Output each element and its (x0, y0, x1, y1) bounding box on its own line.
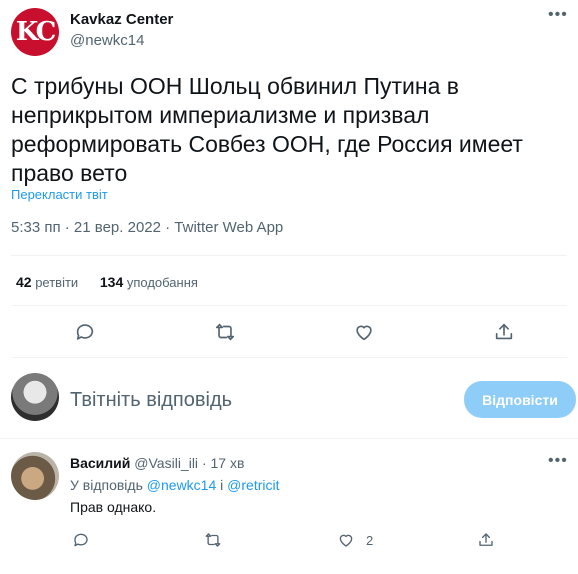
retweets-count[interactable]: 42 (16, 274, 32, 290)
reply-text: Прав однако. (70, 499, 157, 515)
reply-author-handle[interactable]: @Vasili_ili (134, 455, 198, 471)
reply-mention-newkc14[interactable]: @newkc14 (147, 477, 216, 493)
reply-icon[interactable] (74, 321, 96, 343)
reply-retweet-icon[interactable] (204, 531, 222, 549)
reply-input[interactable]: Твітніть відповідь (70, 389, 232, 412)
divider (11, 357, 567, 358)
translate-link[interactable]: Перекласти твіт (11, 187, 108, 202)
reply-to-line: У відповідь @newkc14 і @retricit (70, 477, 279, 493)
author-avatar[interactable]: KC (11, 8, 59, 56)
tweet-stats: 42 ретвіти 134 уподобання (16, 274, 198, 290)
user-avatar[interactable] (11, 373, 59, 421)
retweet-icon[interactable] (214, 321, 236, 343)
reply-to-prefix: У відповідь (70, 477, 143, 493)
reply-like-count[interactable]: 2 (366, 533, 373, 548)
reply-author: Василий @Vasili_ili · 17 хв (70, 455, 244, 471)
reply-button[interactable]: Відповісти (464, 381, 576, 418)
likes-label[interactable]: уподобання (127, 275, 198, 290)
reply-reply-icon[interactable] (72, 531, 90, 549)
divider (0, 438, 578, 439)
reply-like-icon[interactable] (337, 531, 355, 549)
reply-time[interactable]: 17 хв (211, 455, 245, 471)
author-name[interactable]: Kavkaz Center (70, 11, 173, 28)
reply-author-name[interactable]: Василий (70, 455, 130, 471)
tweet-meta[interactable]: 5:33 пп · 21 вер. 2022 · Twitter Web App (11, 219, 283, 236)
author-handle[interactable]: @newkc14 (70, 32, 144, 49)
likes-count[interactable]: 134 (100, 274, 123, 290)
reply-author-avatar[interactable] (11, 452, 59, 500)
retweets-label[interactable]: ретвіти (35, 275, 78, 290)
more-options-icon[interactable]: ••• (548, 6, 568, 24)
share-icon[interactable] (493, 321, 515, 343)
reply-more-options-icon[interactable]: ••• (548, 452, 568, 470)
divider (11, 305, 567, 306)
reply-mention-retricit[interactable]: @retricit (227, 477, 279, 493)
like-icon[interactable] (353, 321, 375, 343)
reply-separator: · (201, 455, 207, 471)
reply-share-icon[interactable] (477, 531, 495, 549)
divider (11, 255, 567, 256)
reply-to-conjunction: і (220, 477, 224, 493)
tweet-text: С трибуны ООН Шольц обвинил Путина в неп… (11, 73, 523, 186)
